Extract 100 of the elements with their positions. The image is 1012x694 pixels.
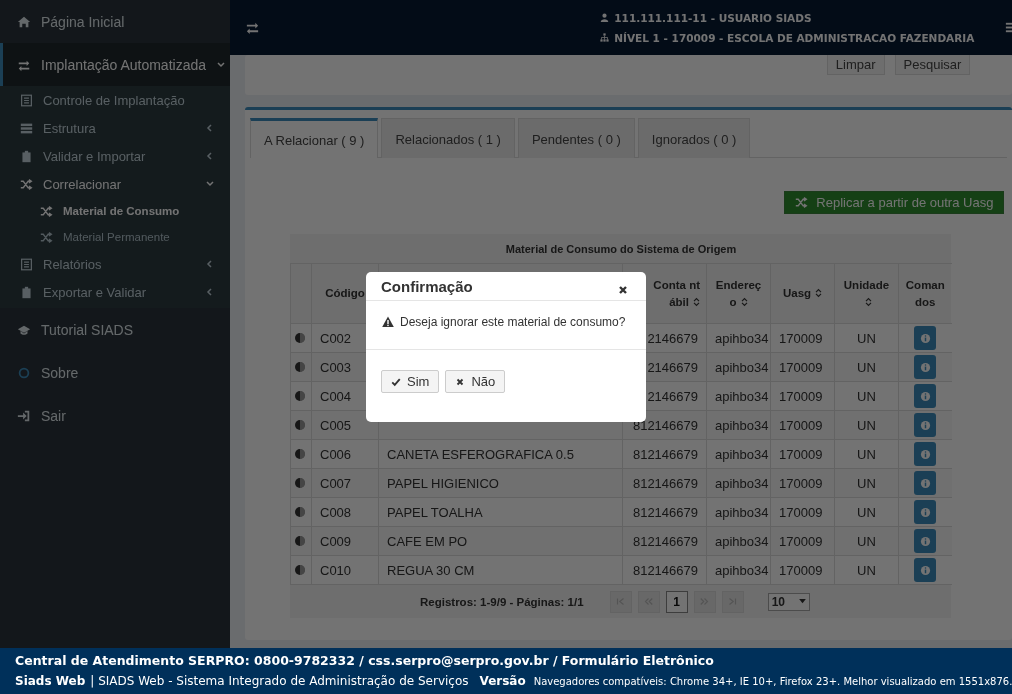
check-icon [391,376,401,387]
table-cell: UN [834,410,899,440]
info-icon [919,361,931,373]
table-cell: CANETA ESFEROGRAFICA 0.5 [387,446,574,462]
info-button[interactable] [914,355,937,379]
bars-icon [20,121,33,135]
info-button[interactable] [914,326,937,350]
clip-icon [20,285,33,299]
replicate-button[interactable]: Replicar a partir de outra Uasg [784,191,1005,214]
sidebar-item[interactable]: Controle de Implantação [0,86,230,114]
list-icon [20,93,33,107]
info-icon [919,448,931,460]
sidebar-item[interactable]: Relatórios [0,250,230,278]
radio-icon[interactable] [294,332,306,344]
table-cell: 812146679 [622,468,707,498]
radio-icon[interactable] [294,448,306,460]
hierarchy-icon [600,33,610,42]
info-button[interactable] [914,384,937,408]
info-button[interactable] [914,500,937,524]
table-cell: 812146679 [622,439,707,469]
table-cell: C006 [311,439,379,469]
sidebar-item[interactable]: Sobre [0,351,230,394]
info-icon [919,419,931,431]
table-cell: PAPEL TOALHA [387,504,483,520]
tab[interactable]: Ignorados ( 0 ) [637,118,751,158]
info-button[interactable] [914,471,937,495]
records-summary: Registros: 1-9/9 - Páginas: 1/1 [420,595,584,608]
radio-icon[interactable] [294,419,306,431]
table-cell: 170009 [770,497,835,527]
sidebar-item[interactable]: Material Permanente [0,224,230,250]
chevron-down-icon [216,59,226,70]
table-cell: PAPEL HIGIENICO [387,475,499,491]
table-cell: UN [834,439,899,469]
table-cell: 812146679 [622,526,707,556]
table-cell: 812146679 [622,497,707,527]
radio-icon[interactable] [294,535,306,547]
filter-button[interactable]: Pesquisar [894,55,971,75]
filter-button[interactable]: Limpar [826,55,885,75]
column-header[interactable]: Endereço [706,263,771,324]
user-icon [600,13,610,22]
dropdown-arrow-icon [798,599,806,604]
table-cell: apihbo34 [706,439,771,469]
table-cell: UN [834,468,899,498]
info-button[interactable] [914,529,937,553]
sidebar-item[interactable]: Correlacionar [0,170,230,198]
last-page-button[interactable] [721,590,744,613]
table-cell: 170009 [770,555,835,585]
tab[interactable]: Pendentes ( 0 ) [517,118,635,158]
previous-page-button[interactable] [637,590,660,613]
info-icon [919,535,931,547]
table-cell: 170009 [770,352,835,382]
radio-icon[interactable] [294,390,306,402]
table-cell: UN [834,352,899,382]
app-description: | SIADS Web - Sistema Integrado de Administração de Serviços [90,674,469,688]
table-cell: apihbo34 [706,497,771,527]
sidebar-item[interactable]: Material de Consumo [0,198,230,224]
table-cell: 170009 [770,323,835,353]
info-button[interactable] [914,413,937,437]
column-header[interactable]: Unidade [834,263,899,324]
table-cell: C009 [311,526,379,556]
table-cell: apihbo34 [706,410,771,440]
x-icon [455,376,466,387]
sidebar-item[interactable]: Sair [0,394,230,437]
table-cell: UN [834,555,899,585]
sidebar-item[interactable]: Implantação Automatizada [0,43,230,86]
info-icon [919,506,931,518]
sidebar-item[interactable]: Tutorial SIADS [0,308,230,351]
table-cell: apihbo34 [706,555,771,585]
shuffle-icon [40,204,53,218]
column-header[interactable]: Uasg [770,263,835,324]
list-icon [20,257,33,271]
tab[interactable]: A Relacionar ( 9 ) [250,118,379,158]
table-cell: apihbo34 [706,323,771,353]
info-button[interactable] [914,558,937,582]
tab[interactable]: Relacionados ( 1 ) [381,118,515,158]
unit-level: NÍVEL 1 - 170009 - ESCOLA DE ADMINISTRACAO FAZENDARIA [614,31,975,44]
sidebar-item[interactable]: Exportar e Validar [0,278,230,306]
page-button[interactable]: 1 [665,590,688,613]
cancel-button[interactable]: Não [445,370,506,393]
version-label: Versão [479,674,526,688]
sidebar-item[interactable]: Estrutura [0,114,230,142]
radio-icon[interactable] [294,361,306,373]
close-icon[interactable] [618,285,628,295]
chevron-left-icon [205,287,215,297]
confirm-button[interactable]: Sim [381,370,440,393]
sidebar-item[interactable]: Página Inicial [0,0,230,43]
info-button[interactable] [914,442,937,466]
radio-icon[interactable] [294,506,306,518]
table-cell: apihbo34 [706,352,771,382]
page-size-select[interactable]: 10 [767,592,810,611]
sidebar-item[interactable]: Validar e Importar [0,142,230,170]
swap-icon[interactable] [245,20,260,35]
radio-icon[interactable] [294,564,306,576]
table-title: Material de Consumo do Sistema de Origem [290,234,952,264]
table-cell: apihbo34 [706,381,771,411]
next-page-button[interactable] [693,590,716,613]
radio-icon[interactable] [294,477,306,489]
info-icon [919,564,931,576]
table-cell: C010 [311,555,379,585]
first-page-button[interactable] [609,590,632,613]
